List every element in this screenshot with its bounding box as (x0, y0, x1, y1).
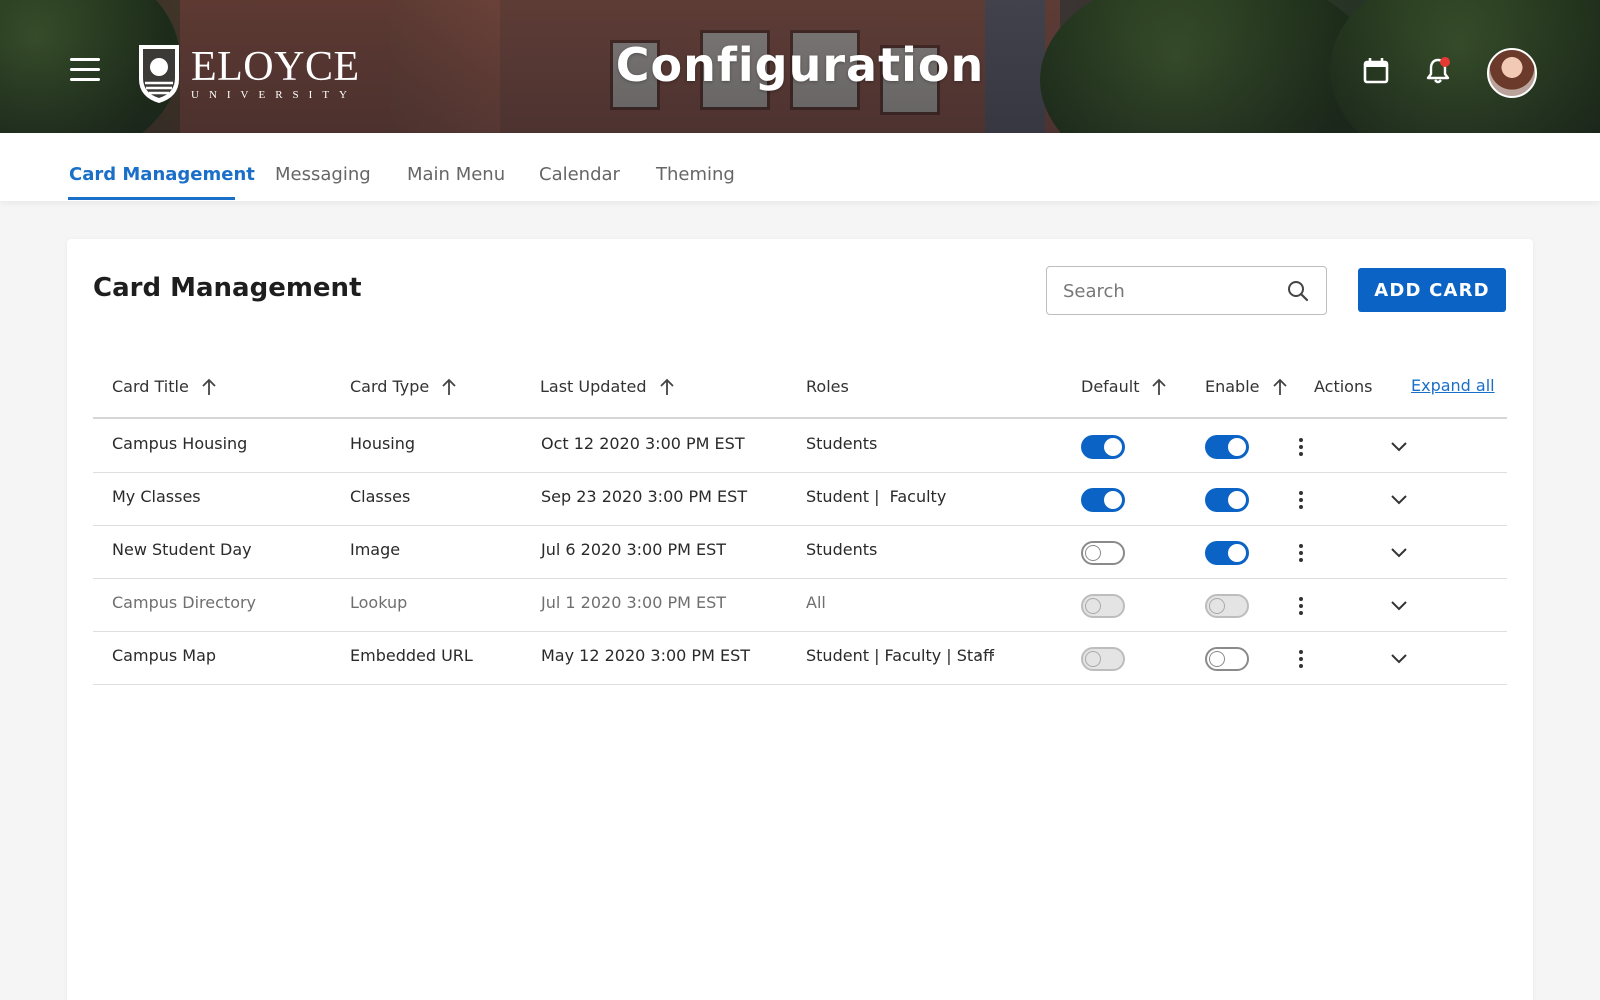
table-row: Campus Housing Housing Oct 12 2020 3:00 … (93, 420, 1507, 473)
last-updated-cell: Sep 23 2020 3:00 PM EST (541, 487, 748, 506)
kebab-menu-icon[interactable] (1296, 436, 1306, 458)
tab-theming[interactable]: Theming (656, 164, 735, 185)
tab-bar: Card Management Messaging Main Menu Cale… (0, 133, 1600, 201)
default-toggle[interactable] (1081, 541, 1125, 565)
search-box (1046, 266, 1327, 315)
card-type-cell: Classes (350, 487, 411, 506)
default-toggle[interactable] (1081, 647, 1125, 671)
table-row: My Classes Classes Sep 23 2020 3:00 PM E… (93, 473, 1507, 526)
tab-messaging[interactable]: Messaging (275, 164, 371, 185)
card-title-cell: Campus Housing (112, 434, 248, 453)
kebab-menu-icon[interactable] (1296, 489, 1306, 511)
bell-icon[interactable] (1423, 56, 1453, 86)
default-toggle[interactable] (1081, 488, 1125, 512)
last-updated-cell: Oct 12 2020 3:00 PM EST (541, 434, 745, 453)
roles-cell: Students (806, 434, 878, 453)
chevron-down-icon[interactable] (1389, 436, 1409, 456)
card-title-cell: Campus Directory (112, 593, 257, 612)
last-updated-cell: Jul 1 2020 3:00 PM EST (541, 593, 727, 612)
enable-toggle[interactable] (1205, 435, 1249, 459)
panel-title: Card Management (93, 273, 362, 303)
card-title-cell: My Classes (112, 487, 201, 506)
sort-arrow-up-icon[interactable] (201, 378, 217, 396)
card-type-cell: Lookup (350, 593, 408, 612)
card-type-cell: Embedded URL (350, 646, 473, 665)
table-row: Campus Map Embedded URL May 12 2020 3:00… (93, 632, 1507, 685)
sort-arrow-up-icon[interactable] (441, 378, 457, 396)
chevron-down-icon[interactable] (1389, 595, 1409, 615)
column-header-actions: Actions (1314, 377, 1373, 396)
last-updated-cell: Jul 6 2020 3:00 PM EST (541, 540, 727, 559)
table-row: New Student Day Image Jul 6 2020 3:00 PM… (93, 526, 1507, 579)
kebab-menu-icon[interactable] (1296, 542, 1306, 564)
more-roles-icon[interactable]: ··· (976, 644, 997, 665)
kebab-menu-icon[interactable] (1296, 648, 1306, 670)
calendar-icon[interactable] (1361, 56, 1391, 86)
default-toggle[interactable] (1081, 435, 1125, 459)
chevron-down-icon[interactable] (1389, 648, 1409, 668)
page-title: Configuration (615, 38, 985, 92)
add-card-button[interactable]: ADD CARD (1358, 268, 1506, 312)
card-title-cell: New Student Day (112, 540, 252, 559)
notification-dot (1440, 57, 1450, 67)
enable-toggle[interactable] (1205, 647, 1249, 671)
chevron-down-icon[interactable] (1389, 542, 1409, 562)
column-header-enable[interactable]: Enable (1205, 377, 1288, 396)
table-row: Campus Directory Lookup Jul 1 2020 3:00 … (93, 579, 1507, 632)
tab-card-management[interactable]: Card Management (69, 164, 255, 185)
enable-toggle[interactable] (1205, 488, 1249, 512)
tab-calendar[interactable]: Calendar (539, 164, 620, 185)
column-header-card-title[interactable]: Card Title (112, 377, 217, 396)
column-header-roles: Roles (806, 377, 849, 396)
card-management-panel: Card Management ADD CARD Card Title Card… (67, 239, 1533, 1000)
column-header-card-type[interactable]: Card Type (350, 377, 457, 396)
sort-arrow-up-icon[interactable] (1272, 378, 1288, 396)
header-banner: ELOYCE UNIVERSITY Configuration (0, 0, 1600, 133)
table-header: Card Title Card Type Last Updated Roles … (93, 357, 1507, 419)
last-updated-cell: May 12 2020 3:00 PM EST (541, 646, 751, 665)
sort-arrow-up-icon[interactable] (659, 378, 675, 396)
card-type-cell: Housing (350, 434, 416, 453)
expand-all-link[interactable]: Expand all (1411, 376, 1495, 395)
card-type-cell: Image (350, 540, 401, 559)
active-tab-indicator (68, 197, 235, 200)
card-title-cell: Campus Map (112, 646, 217, 665)
roles-cell: All (806, 593, 826, 612)
kebab-menu-icon[interactable] (1296, 595, 1306, 617)
avatar[interactable] (1487, 48, 1537, 98)
enable-toggle[interactable] (1205, 594, 1249, 618)
roles-cell: Student | Faculty | Staff (806, 646, 995, 665)
roles-cell: Student | Faculty (806, 487, 947, 506)
tab-main-menu[interactable]: Main Menu (407, 164, 505, 185)
column-header-default[interactable]: Default (1081, 377, 1167, 396)
search-input[interactable] (1063, 279, 1283, 303)
search-icon[interactable] (1286, 279, 1310, 303)
sort-arrow-up-icon[interactable] (1151, 378, 1167, 396)
column-header-last-updated[interactable]: Last Updated (540, 377, 675, 396)
roles-cell: Students (806, 540, 878, 559)
default-toggle[interactable] (1081, 594, 1125, 618)
chevron-down-icon[interactable] (1389, 489, 1409, 509)
enable-toggle[interactable] (1205, 541, 1249, 565)
